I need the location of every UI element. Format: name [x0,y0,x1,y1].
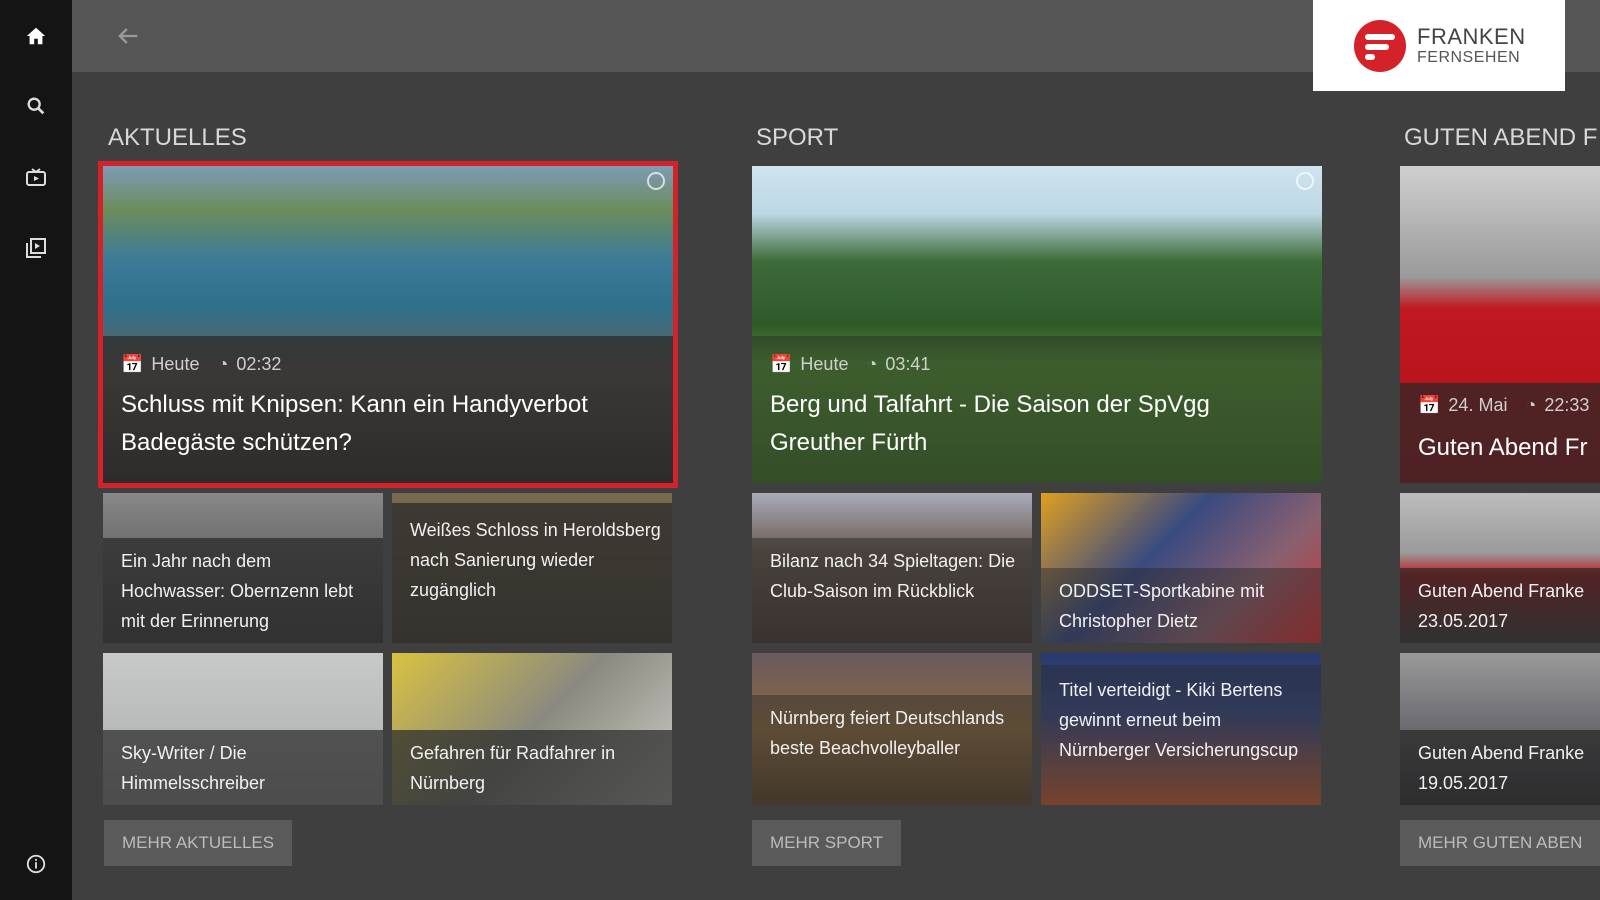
caption-overlay: Nürnberg feiert Deutschlands beste Beach… [752,695,1032,805]
section-title: SPORT [756,124,839,151]
meta-row: 📅 24. Mai ◔ 22:33 [1418,395,1589,416]
video-card[interactable]: Gefahren für Radfahrer in Nürnberg [392,653,672,805]
home-icon [26,27,46,45]
caption-overlay: Sky-Writer / Die Himmelsschreiber [103,730,383,805]
caption-overlay: Weißes Schloss in Heroldsberg nach Sanie… [392,503,672,643]
sidebar-nav [0,0,72,900]
featured-card[interactable]: 📅 Heute ◔ 03:41 Berg und Talfahrt - Die … [752,166,1322,483]
nav-tv-button[interactable] [14,156,58,200]
more-aktuelles-button[interactable]: MEHR AKTUELLES [104,820,293,866]
nav-library-button[interactable] [14,226,58,270]
logo-line-1: FRANKEN [1417,23,1526,49]
more-sport-button[interactable]: MEHR SPORT [752,820,902,866]
video-title: Guten Abend Franke 19.05.2017 [1418,743,1585,793]
video-title: Titel verteidigt - Kiki Bertens gewinnt … [1059,680,1299,760]
clock-icon: ◔ [866,354,878,374]
featured-card[interactable]: 📅 24. Mai ◔ 22:33 Guten Abend Fr [1400,166,1600,483]
featured-title: Guten Abend Fr [1418,434,1588,461]
calendar-icon: 📅 [121,354,144,374]
video-card[interactable]: Nürnberg feiert Deutschlands beste Beach… [752,653,1032,805]
search-icon [27,97,45,115]
video-title: Sky-Writer / Die Himmelsschreiber [121,743,266,793]
featured-card[interactable]: 📅 Heute ◔ 02:32 Schluss mit Knipsen: Kan… [98,161,678,488]
caption-overlay: Gefahren für Radfahrer in Nürnberg [392,730,672,805]
duration-label: 02:32 [236,354,282,374]
video-card[interactable]: Bilanz nach 34 Spieltagen: Die Club-Sais… [752,493,1032,643]
calendar-icon: 📅 [770,354,793,374]
section-title: GUTEN ABEND F [1404,124,1598,151]
tv-icon [26,168,46,186]
meta-row: 📅 Heute ◔ 02:32 [121,354,281,375]
caption-overlay: 📅 Heute ◔ 03:41 Berg und Talfahrt - Die … [752,336,1322,483]
caption-overlay: 📅 Heute ◔ 02:32 Schluss mit Knipsen: Kan… [103,336,673,483]
caption-overlay: ODDSET-Sportkabine mit Christopher Dietz [1041,568,1321,643]
video-card[interactable]: Weißes Schloss in Heroldsberg nach Sanie… [392,493,672,643]
caption-overlay: Ein Jahr nach dem Hochwasser: Obernzenn … [103,538,383,643]
brand-logo-icon [1354,19,1406,72]
video-title: Guten Abend Franke 23.05.2017 [1418,581,1585,631]
video-title: Gefahren für Radfahrer in Nürnberg [410,743,616,793]
video-title: Ein Jahr nach dem Hochwasser: Obernzenn … [121,551,354,631]
arrow-left-icon [118,28,138,44]
nav-search-button[interactable] [14,84,58,128]
caption-overlay: Bilanz nach 34 Spieltagen: Die Club-Sais… [752,538,1032,643]
franken-fernsehen-logo: FRANKEN FERNSEHEN [1313,0,1565,91]
video-title: ODDSET-Sportkabine mit Christopher Dietz [1059,581,1265,631]
featured-title: Berg und Talfahrt - Die Saison der SpVgg… [770,391,1210,456]
video-card[interactable]: Guten Abend Franke 19.05.2017 [1400,653,1600,805]
caption-overlay: 📅 24. Mai ◔ 22:33 Guten Abend Fr [1400,383,1600,483]
meta-row: 📅 Heute ◔ 03:41 [770,354,930,375]
caption-overlay: Guten Abend Franke 23.05.2017 [1400,568,1600,643]
library-icon [26,238,46,258]
duration-label: 22:33 [1544,395,1590,415]
video-title: Weißes Schloss in Heroldsberg nach Sanie… [410,520,661,600]
caption-overlay: Titel verteidigt - Kiki Bertens gewinnt … [1041,665,1321,805]
info-icon [26,854,46,874]
more-guten-abend-button[interactable]: MEHR GUTEN ABEN [1400,820,1600,866]
video-title: Nürnberg feiert Deutschlands beste Beach… [770,708,1005,758]
video-card[interactable]: Titel verteidigt - Kiki Bertens gewinnt … [1041,653,1321,805]
clock-icon: ◔ [1525,395,1537,415]
calendar-icon: 📅 [1418,395,1441,415]
nav-home-button[interactable] [14,14,58,58]
video-card[interactable]: Guten Abend Franke 23.05.2017 [1400,493,1600,643]
date-label: Heute [151,354,200,374]
video-card[interactable]: ODDSET-Sportkabine mit Christopher Dietz [1041,493,1321,643]
video-title: Bilanz nach 34 Spieltagen: Die Club-Sais… [770,551,1016,601]
video-card[interactable]: Ein Jahr nach dem Hochwasser: Obernzenn … [103,493,383,643]
video-card[interactable]: Sky-Writer / Die Himmelsschreiber [103,653,383,805]
featured-title: Schluss mit Knipsen: Kann ein Handyverbo… [121,391,588,456]
logo-line-2: FERNSEHEN [1417,48,1521,66]
watermark-icon [647,172,665,190]
back-button[interactable] [108,16,148,56]
date-label: Heute [800,354,849,374]
duration-label: 03:41 [885,354,931,374]
clock-icon: ◔ [217,354,229,374]
date-label: 24. Mai [1448,395,1508,415]
nav-info-button[interactable] [14,842,58,886]
caption-overlay: Guten Abend Franke 19.05.2017 [1400,730,1600,805]
section-title: AKTUELLES [108,124,247,151]
watermark-icon [1296,172,1314,190]
